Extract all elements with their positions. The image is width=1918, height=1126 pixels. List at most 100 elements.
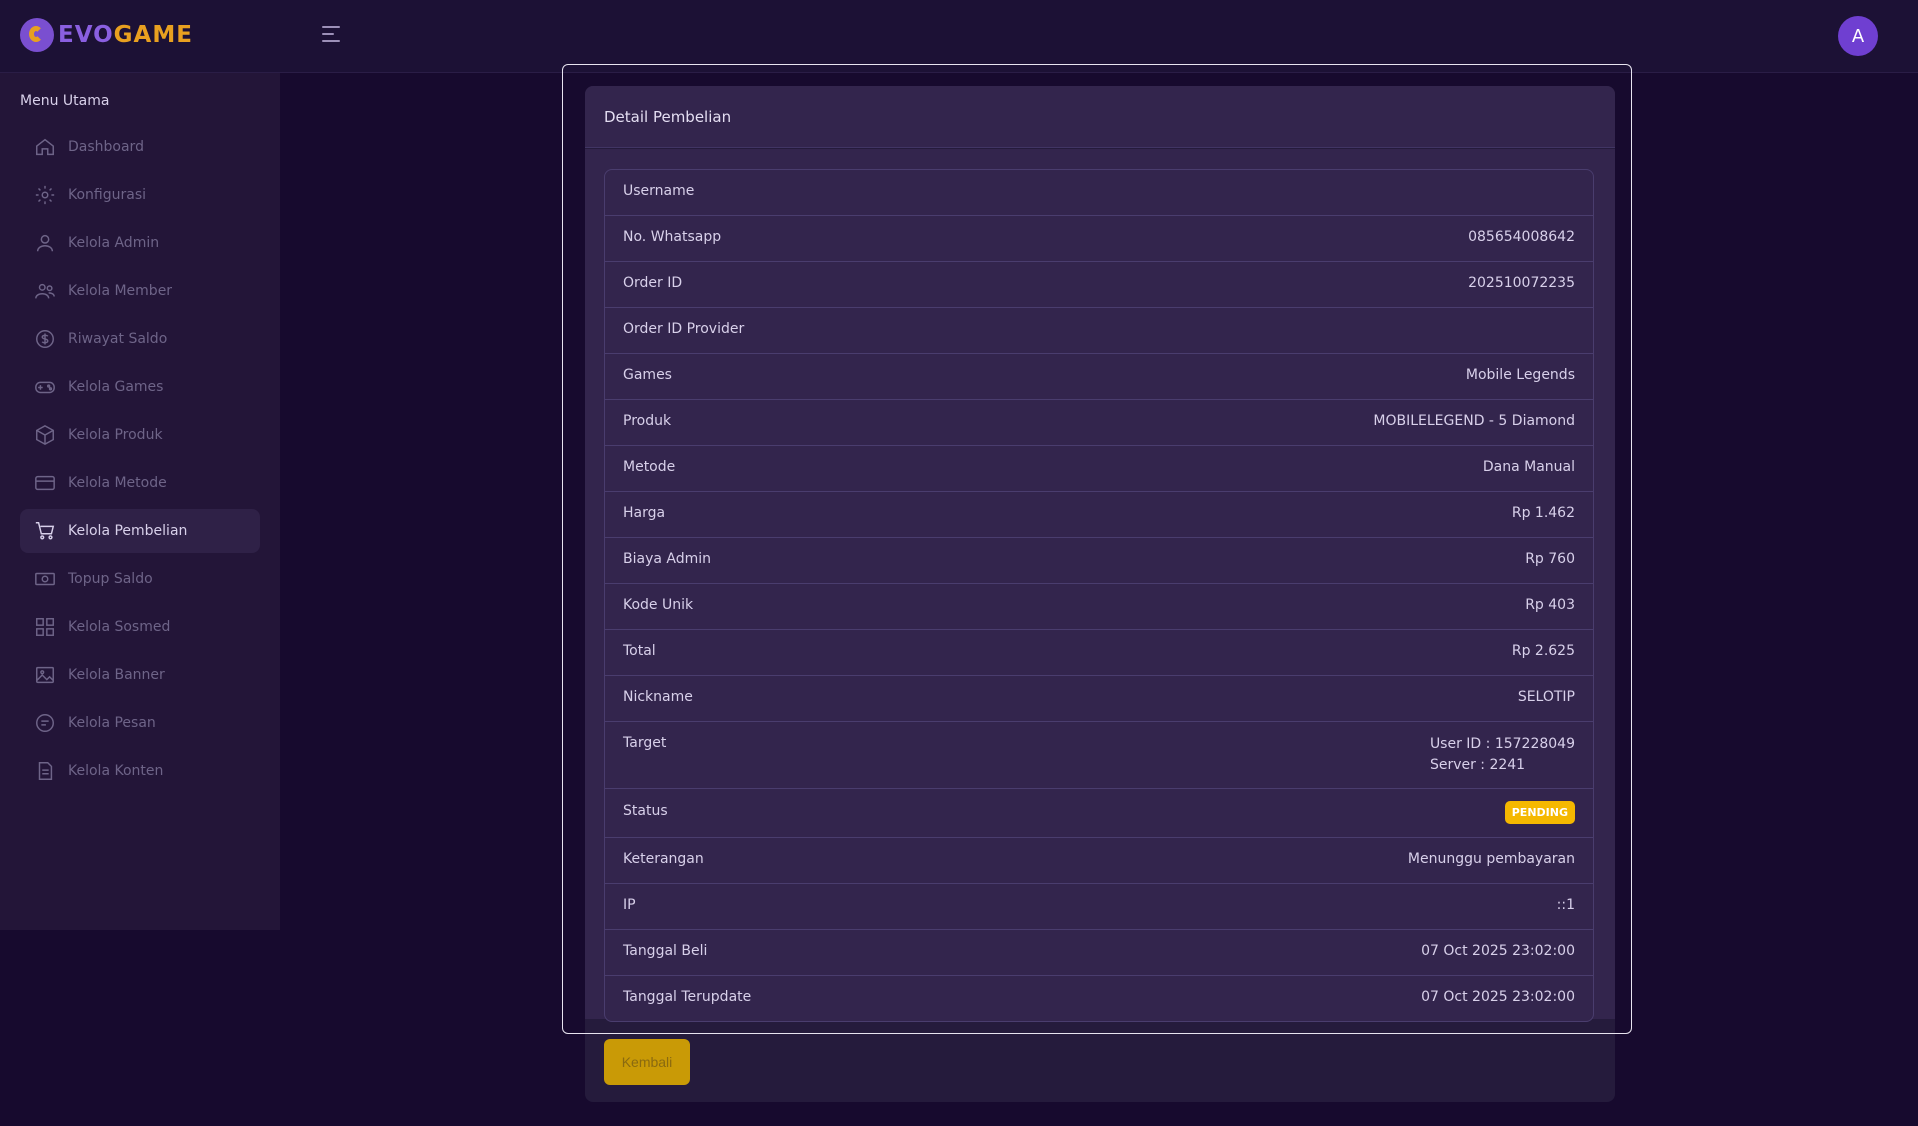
row-value: Rp 760 (1525, 551, 1575, 567)
logo-icon (20, 18, 54, 52)
row-label: Order ID Provider (623, 321, 745, 337)
table-row: Status PENDING (605, 789, 1593, 838)
row-value: Rp 403 (1525, 597, 1575, 613)
detail-table: Username No. Whatsapp 085654008642 Order ID… (604, 169, 1594, 1022)
brand-name-part2: GAME (113, 22, 193, 48)
sidebar-item-label: Kelola Banner (68, 667, 165, 683)
row-value: Rp 1.462 (1511, 505, 1575, 521)
row-label: Status (623, 803, 668, 819)
row-label: Tanggal Beli (623, 943, 708, 959)
sidebar-item-riwayat-saldo[interactable]: Riwayat Saldo (20, 317, 260, 361)
status-badge: PENDING (1504, 801, 1575, 824)
back-button[interactable]: Kembali (604, 1039, 690, 1085)
user-icon (34, 232, 56, 254)
row-value: Rp 2.625 (1511, 643, 1575, 659)
sidebar-item-kelola-games[interactable]: Kelola Games (20, 365, 260, 409)
row-value: 085654008642 (1468, 229, 1575, 245)
table-row: Total Rp 2.625 (605, 630, 1593, 676)
sidebar-item-kelola-pesan[interactable]: Kelola Pesan (20, 701, 260, 745)
dollar-icon (34, 328, 56, 350)
money-icon (34, 568, 56, 590)
table-row: No. Whatsapp 085654008642 (605, 216, 1593, 262)
sidebar-item-label: Kelola Konten (68, 763, 164, 779)
sidebar-item-label: Kelola Pesan (68, 715, 156, 731)
table-row: Target User ID : 157228049 Server : 2241 (605, 722, 1593, 789)
sidebar-item-kelola-member[interactable]: Kelola Member (20, 269, 260, 313)
sidebar-item-topup-saldo[interactable]: Topup Saldo (20, 557, 260, 601)
sidebar-item-kelola-pembelian[interactable]: Kelola Pembelian (20, 509, 260, 553)
sidebar-item-label: Kelola Sosmed (68, 619, 171, 635)
brand-logo[interactable]: EVOGAME (20, 18, 193, 52)
sidebar-item-label: Dashboard (68, 139, 144, 155)
image-icon (34, 664, 56, 686)
row-label: Kode Unik (623, 597, 694, 613)
sidebar-item-kelola-konten[interactable]: Kelola Konten (20, 749, 260, 793)
row-label: Tanggal Terupdate (623, 989, 752, 1005)
target-value: User ID : 157228049 Server : 2241 (1430, 734, 1575, 776)
table-row: Harga Rp 1.462 (605, 492, 1593, 538)
top-bar: EVOGAME A (0, 0, 1918, 73)
row-label: Keterangan (623, 851, 704, 867)
sidebar-item-kelola-banner[interactable]: Kelola Banner (20, 653, 260, 697)
sidebar-item-dashboard[interactable]: Dashboard (20, 125, 260, 169)
table-row: Kode Unik Rp 403 (605, 584, 1593, 630)
menu-toggle-icon[interactable] (322, 26, 342, 46)
row-label: Nickname (623, 689, 693, 705)
table-row: Metode Dana Manual (605, 446, 1593, 492)
chat-icon (34, 712, 56, 734)
sidebar: Menu Utama Dashboard Konfigurasi Kelola Ad… (0, 73, 280, 930)
users-icon (34, 280, 56, 302)
table-row: Produk MOBILELEGEND - 5 Diamond (605, 400, 1593, 446)
table-row: IP::1 (605, 884, 1593, 930)
sidebar-item-label: Kelola Member (68, 283, 173, 299)
row-value: Dana Manual (1482, 459, 1575, 475)
user-avatar[interactable]: A (1838, 16, 1878, 56)
sidebar-item-label: Kelola Produk (68, 427, 163, 443)
target-line2: Server : 2241 (1429, 757, 1526, 773)
row-label: Username (623, 183, 695, 199)
sidebar-item-label: Konfigurasi (68, 187, 147, 203)
sidebar-item-label: Riwayat Saldo (68, 331, 168, 347)
row-label: Metode (623, 459, 676, 475)
sidebar-item-kelola-produk[interactable]: Kelola Produk (20, 413, 260, 457)
sidebar-item-kelola-sosmed[interactable]: Kelola Sosmed (20, 605, 260, 649)
sidebar-item-konfigurasi[interactable]: Konfigurasi (20, 173, 260, 217)
document-icon (34, 760, 56, 782)
row-value: SELOTIP (1517, 689, 1575, 705)
sidebar-item-label: Kelola Metode (68, 475, 167, 491)
box-icon (34, 424, 56, 446)
table-row: Keterangan Menunggu pembayaran (605, 838, 1593, 884)
sidebar-item-label: Topup Saldo (68, 571, 153, 587)
sidebar-item-kelola-metode[interactable]: Kelola Metode (20, 461, 260, 505)
target-line1: User ID : 157228049 (1429, 736, 1575, 752)
sidebar-item-kelola-admin[interactable]: Kelola Admin (20, 221, 260, 265)
row-label: Target (623, 735, 667, 751)
gear-icon (34, 184, 56, 206)
table-row: Order ID 202510072235 (605, 262, 1593, 308)
sidebar-item-label: Kelola Games (68, 379, 164, 395)
row-label: IP (623, 897, 636, 913)
sidebar-item-label: Kelola Admin (68, 235, 160, 251)
row-value: Mobile Legends (1465, 367, 1575, 383)
table-row: Username (605, 170, 1593, 216)
row-value: ::1 (1556, 897, 1575, 913)
detail-card: Detail Pembelian Username No. Whatsapp 085… (585, 86, 1615, 1102)
gamepad-icon (34, 376, 56, 398)
cart-icon (34, 520, 56, 542)
table-row: Biaya Admin Rp 760 (605, 538, 1593, 584)
row-label: Biaya Admin (623, 551, 712, 567)
table-row: Games Mobile Legends (605, 354, 1593, 400)
card-title: Detail Pembelian (585, 86, 1615, 148)
table-row: Nickname SELOTIP (605, 676, 1593, 722)
row-value: 07 Oct 2025 23:02:00 (1421, 989, 1575, 1005)
row-value: Menunggu pembayaran (1407, 851, 1575, 867)
sidebar-title: Menu Utama (20, 93, 110, 109)
card-icon (34, 472, 56, 494)
row-label: Harga (623, 505, 666, 521)
row-label: Order ID (623, 275, 683, 291)
table-row: Order ID Provider (605, 308, 1593, 354)
row-label: Total (623, 643, 656, 659)
home-icon (34, 136, 56, 158)
sidebar-item-label: Kelola Pembelian (68, 523, 188, 539)
table-row: Tanggal Beli 07 Oct 2025 23:02:00 (605, 930, 1593, 976)
